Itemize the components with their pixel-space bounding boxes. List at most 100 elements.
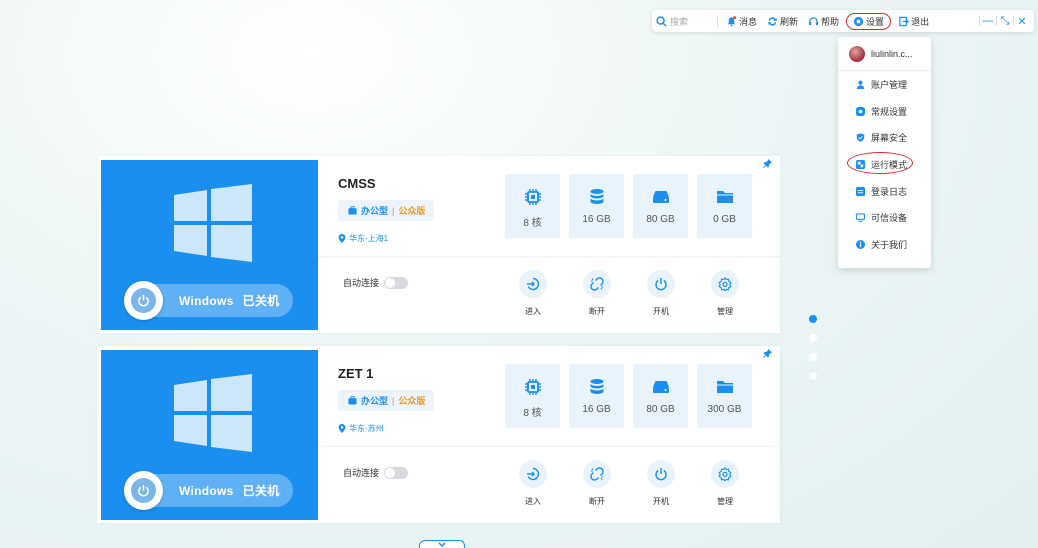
disconnect-label: 断开	[589, 307, 605, 316]
disconnect-button[interactable]: 断开	[575, 270, 619, 317]
search-box[interactable]: 搜索	[656, 15, 714, 28]
briefcase-icon	[348, 396, 357, 405]
page-dot-1[interactable]	[809, 315, 817, 323]
settings-button[interactable]: 设置	[846, 12, 892, 30]
help-button[interactable]: 帮助	[803, 15, 844, 28]
enter-button[interactable]: 进入	[511, 270, 555, 317]
menu-item-label: 账户管理	[871, 79, 908, 90]
spec-memory: 16 GB	[569, 174, 624, 238]
gear-icon	[853, 16, 864, 26]
menu-item-account[interactable]: 账户管理	[838, 71, 931, 98]
menu-item-trusted-devices[interactable]: 可信设备	[838, 204, 931, 231]
menu-item-about[interactable]: 关于我们	[838, 231, 931, 258]
database-icon	[590, 189, 603, 204]
minimize-icon[interactable]: —	[980, 15, 996, 27]
power-button[interactable]	[124, 471, 163, 510]
messages-label: 消息	[739, 16, 758, 27]
menu-item-label: 屏幕安全	[871, 133, 908, 144]
enter-icon	[527, 277, 540, 291]
manage-button[interactable]: 管理	[703, 460, 747, 507]
plan-separator: |	[392, 395, 395, 406]
region: 华东-苏州	[338, 423, 384, 434]
enter-button[interactable]: 进入	[511, 460, 555, 507]
power-on-label: 开机	[653, 497, 669, 506]
disconnect-button[interactable]: 断开	[575, 460, 619, 507]
restore-icon[interactable]: ⤡	[997, 15, 1013, 28]
region-label: 华东-苏州	[349, 424, 384, 433]
memory-value: 16 GB	[582, 214, 611, 225]
username: liulinlin.c...	[871, 48, 913, 59]
unlink-icon	[590, 467, 604, 481]
power-icon	[138, 294, 149, 307]
manage-button[interactable]: 管理	[703, 270, 747, 317]
location-pin-icon	[338, 234, 346, 243]
logout-label: 退出	[911, 16, 930, 27]
menu-item-screen-security[interactable]: 屏幕安全	[838, 124, 931, 151]
spec-memory: 16 GB	[569, 364, 624, 428]
spec-cpu: 8 核	[505, 364, 560, 428]
manage-label: 管理	[717, 307, 733, 316]
page-dot-4[interactable]	[809, 372, 817, 380]
disk-value: 80 GB	[646, 214, 675, 225]
messages-button[interactable]: 消息	[721, 15, 762, 28]
desktop-card: Windows 已关机 CMSS 办公型 | 公众版 华东-上海1 8 核 16 …	[97, 156, 780, 333]
shield-icon	[856, 133, 865, 143]
disk-value: 80 GB	[646, 404, 675, 415]
scroll-down-button[interactable]	[419, 540, 465, 548]
cpu-value: 8 核	[523, 218, 542, 229]
auto-connect-toggle[interactable]	[384, 466, 409, 479]
os-status-label: Windows 已关机	[179, 292, 280, 309]
power-status-pill[interactable]: Windows 已关机	[124, 281, 293, 320]
power-on-button[interactable]: 开机	[639, 270, 683, 317]
power-button[interactable]	[124, 281, 163, 320]
spec-disk: 80 GB	[633, 174, 688, 238]
enter-label: 进入	[525, 497, 541, 506]
info-icon	[856, 239, 865, 249]
desktop-card: Windows 已关机 ZET 1 办公型 | 公众版 华东-苏州 8 核 16 …	[97, 346, 780, 523]
auto-connect-toggle[interactable]	[384, 276, 409, 289]
search-icon	[656, 15, 667, 27]
menu-item-general[interactable]: 常规设置	[838, 98, 931, 125]
top-toolbar: 搜索 消息 刷新 帮助 设置 退出 — ⤡ ✕	[652, 10, 1034, 32]
user-info[interactable]: liulinlin.c...	[838, 37, 931, 71]
power-on-button[interactable]: 开机	[639, 460, 683, 507]
plan-type: 办公型	[361, 396, 389, 406]
power-status-pill[interactable]: Windows 已关机	[124, 471, 293, 510]
menu-item-login-log[interactable]: 登录日志	[838, 178, 931, 205]
data-disk-value: 300 GB	[707, 404, 742, 415]
chevron-down-icon	[438, 542, 446, 548]
os-panel: Windows 已关机	[101, 160, 318, 330]
logout-button[interactable]: 退出	[893, 15, 934, 28]
refresh-button[interactable]: 刷新	[762, 15, 803, 28]
os-panel: Windows 已关机	[101, 350, 318, 520]
pin-icon[interactable]	[763, 159, 772, 168]
log-icon	[856, 186, 865, 196]
os-name: Windows	[179, 484, 234, 498]
card-divider	[318, 446, 780, 447]
unlink-icon	[590, 277, 604, 291]
card-divider	[318, 256, 780, 257]
plan-badge: 办公型 | 公众版	[338, 200, 434, 221]
settings-label: 设置	[866, 16, 885, 27]
page-dot-3[interactable]	[809, 353, 817, 361]
page-indicator	[809, 315, 817, 380]
bell-icon	[727, 15, 737, 26]
spec-cpu: 8 核	[505, 174, 560, 238]
highlight-circle	[847, 152, 913, 174]
power-on-label: 开机	[653, 307, 669, 316]
disconnect-label: 断开	[589, 497, 605, 506]
menu-item-label: 可信设备	[871, 213, 908, 224]
power-icon	[138, 484, 149, 497]
pin-icon[interactable]	[763, 349, 772, 358]
location-pin-icon	[338, 424, 346, 433]
logout-icon	[899, 16, 909, 26]
hard-drive-icon	[652, 191, 669, 203]
power-status: 已关机	[242, 294, 280, 308]
page-dot-2[interactable]	[809, 334, 817, 342]
settings-icon	[856, 106, 865, 116]
spec-data-disk: 300 GB	[697, 364, 752, 428]
folder-icon	[716, 381, 733, 393]
menu-item-label: 常规设置	[871, 106, 908, 117]
close-icon[interactable]: ✕	[1014, 15, 1030, 28]
region-label: 华东-上海1	[349, 234, 389, 243]
